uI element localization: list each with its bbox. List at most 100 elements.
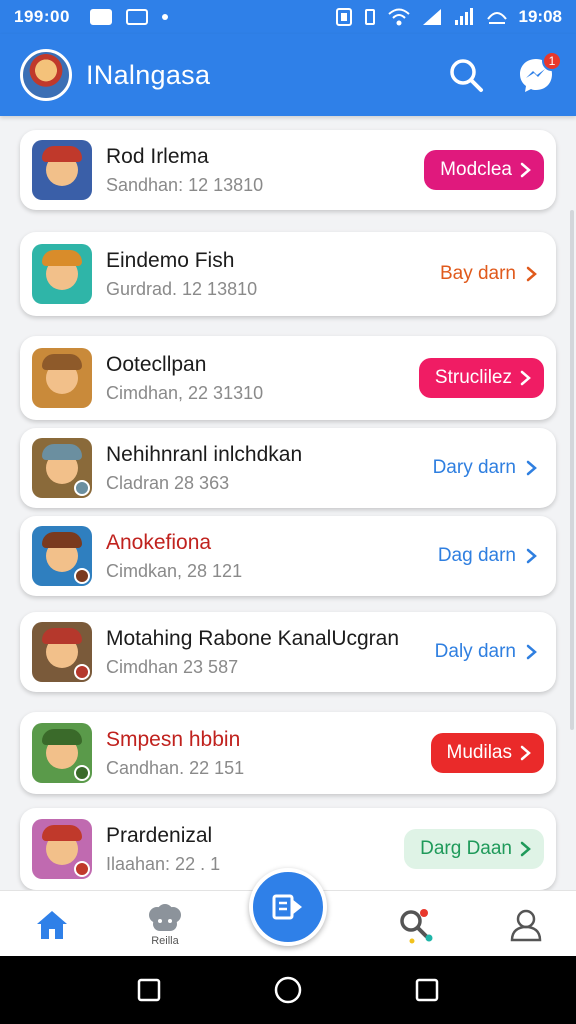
avatar[interactable] [20, 49, 72, 101]
edit-icon [272, 894, 302, 920]
game-thumbnail [32, 819, 92, 879]
game-thumbnail [32, 140, 92, 200]
app-screen: 199:00 19:08 INalngasa 1 Rod Irlema Sand… [0, 0, 576, 1024]
game-text: Smpesn hbbin Candhan. 22 151 [106, 728, 431, 779]
message-icon [89, 9, 112, 25]
person-icon [510, 909, 542, 942]
game-title: Ootecllpan [106, 352, 207, 376]
nav-search[interactable] [385, 899, 445, 951]
action-label: Bay darn [439, 263, 516, 284]
list-item[interactable]: Ootecllpan Cimdhan, 22 31310 Struclilez [20, 336, 556, 420]
action-button[interactable]: Modclea [424, 150, 544, 190]
list-item[interactable]: Smpesn hbbin Candhan. 22 151 Mudilas [20, 712, 556, 794]
game-badge-icon [74, 765, 90, 781]
screenshot-icon [125, 9, 148, 25]
game-text: Nehihnranl inlchdkan Cladran 28 363 [106, 443, 433, 494]
list-item[interactable]: Rod Irlema Sandhan: 12 13810 Modclea [20, 130, 556, 210]
game-badge-icon [74, 861, 90, 877]
status-left-icons [89, 9, 168, 25]
compose-fab-button[interactable] [249, 868, 327, 946]
game-subtitle: Cimdkan, 28 121 [106, 560, 243, 581]
search-icon [400, 909, 433, 944]
nav-home[interactable] [22, 899, 82, 951]
action-button[interactable]: Darg Daan [404, 829, 544, 869]
system-nav-bar [0, 956, 576, 1024]
game-subtitle: Sandhan: 12 13810 [106, 174, 264, 195]
action-label: Modclea [440, 159, 512, 180]
game-badge-icon [74, 480, 90, 496]
game-text: Anokefiona Cimdkan, 28 121 [106, 531, 438, 582]
square-icon [415, 978, 438, 1002]
game-title: Nehihnranl inlchdkan [106, 442, 303, 466]
action-label: Mudilas [446, 742, 512, 763]
vibrate-icon [364, 9, 375, 25]
action-link[interactable]: Dary darn [433, 457, 544, 479]
list-item[interactable]: Nehihnranl inlchdkan Cladran 28 363 Dary d… [20, 428, 556, 508]
list-item[interactable]: Motahing Rabone KanalUcgran Cimdhan 23 58… [20, 612, 556, 692]
action-link[interactable]: Bay darn [440, 263, 544, 285]
game-subtitle: Gurdrad. 12 13810 [106, 278, 258, 299]
page-title: INalngasa [86, 59, 211, 90]
game-title: Eindemo Fish [106, 248, 235, 272]
chevron-right-icon [526, 460, 537, 476]
game-badge-icon [74, 664, 90, 680]
chevron-right-icon [520, 370, 531, 386]
action-link[interactable]: Daly darn [435, 641, 544, 663]
game-subtitle: Cladran 28 363 [106, 472, 230, 493]
status-time-right: 19:08 [518, 7, 562, 26]
game-thumbnail [32, 723, 92, 783]
scrollbar[interactable] [570, 210, 574, 730]
action-button[interactable]: Struclilez [418, 358, 544, 398]
action-label: Daly darn [434, 641, 516, 662]
action-label: Dary darn [432, 457, 516, 478]
game-subtitle: Cimdhan, 22 31310 [106, 382, 264, 403]
nav-games-label: Reilla [151, 935, 179, 947]
game-badge-icon [74, 568, 90, 584]
status-time-left: 199:00 [14, 7, 70, 26]
game-title: Smpesn hbbin [106, 727, 241, 751]
data-icon [486, 12, 507, 24]
list-item[interactable]: Eindemo Fish Gurdrad. 12 13810 Bay darn [20, 232, 556, 316]
list-item[interactable]: Anokefiona Cimdkan, 28 121 Dag darn [20, 516, 556, 596]
header-actions: 1 [446, 51, 562, 95]
action-label: Struclilez [434, 367, 512, 388]
gamepad-icon [149, 904, 181, 931]
status-bar: 199:00 19:08 [0, 0, 576, 34]
game-text: Rod Irlema Sandhan: 12 13810 [106, 145, 424, 196]
messenger-button[interactable]: 1 [516, 51, 562, 95]
chevron-right-icon [526, 266, 537, 282]
nfc-icon [335, 8, 352, 26]
search-button[interactable] [446, 55, 486, 95]
game-subtitle: Candhan. 22 151 [106, 757, 245, 778]
game-text: Eindemo Fish Gurdrad. 12 13810 [106, 249, 440, 300]
action-label: Darg Daan [420, 838, 512, 859]
game-title: Rod Irlema [106, 144, 209, 168]
game-thumbnail [32, 526, 92, 586]
game-thumbnail [32, 348, 92, 408]
chevron-right-icon [526, 644, 537, 660]
game-text: Motahing Rabone KanalUcgran Cimdhan 23 58… [106, 627, 435, 678]
signal-icon [422, 9, 441, 25]
notification-badge: 1 [542, 51, 562, 71]
game-title: Motahing Rabone KanalUcgran [106, 626, 400, 650]
action-button[interactable]: Mudilas [430, 733, 544, 773]
square-icon [138, 978, 161, 1002]
home-icon [37, 911, 67, 939]
game-text: Prardenizal Ilaahan: 22 . 1 [106, 824, 404, 875]
back-button[interactable] [407, 970, 447, 1010]
game-thumbnail [32, 622, 92, 682]
game-thumbnail [32, 244, 92, 304]
game-title: Prardenizal [106, 823, 213, 847]
app-header: INalngasa 1 [0, 34, 576, 116]
game-list: Rod Irlema Sandhan: 12 13810 Modclea Eindem… [0, 120, 576, 890]
nav-profile[interactable] [496, 899, 556, 951]
game-text: Ootecllpan Cimdhan, 22 31310 [106, 353, 419, 404]
home-system-button[interactable] [268, 970, 308, 1010]
action-link[interactable]: Dag darn [438, 545, 544, 567]
nav-games[interactable]: Reilla [135, 899, 195, 951]
search-icon [450, 59, 483, 92]
game-thumbnail [32, 438, 92, 498]
status-right-icons: 19:08 [335, 7, 562, 27]
wifi-icon [387, 8, 410, 26]
recents-button[interactable] [129, 970, 169, 1010]
